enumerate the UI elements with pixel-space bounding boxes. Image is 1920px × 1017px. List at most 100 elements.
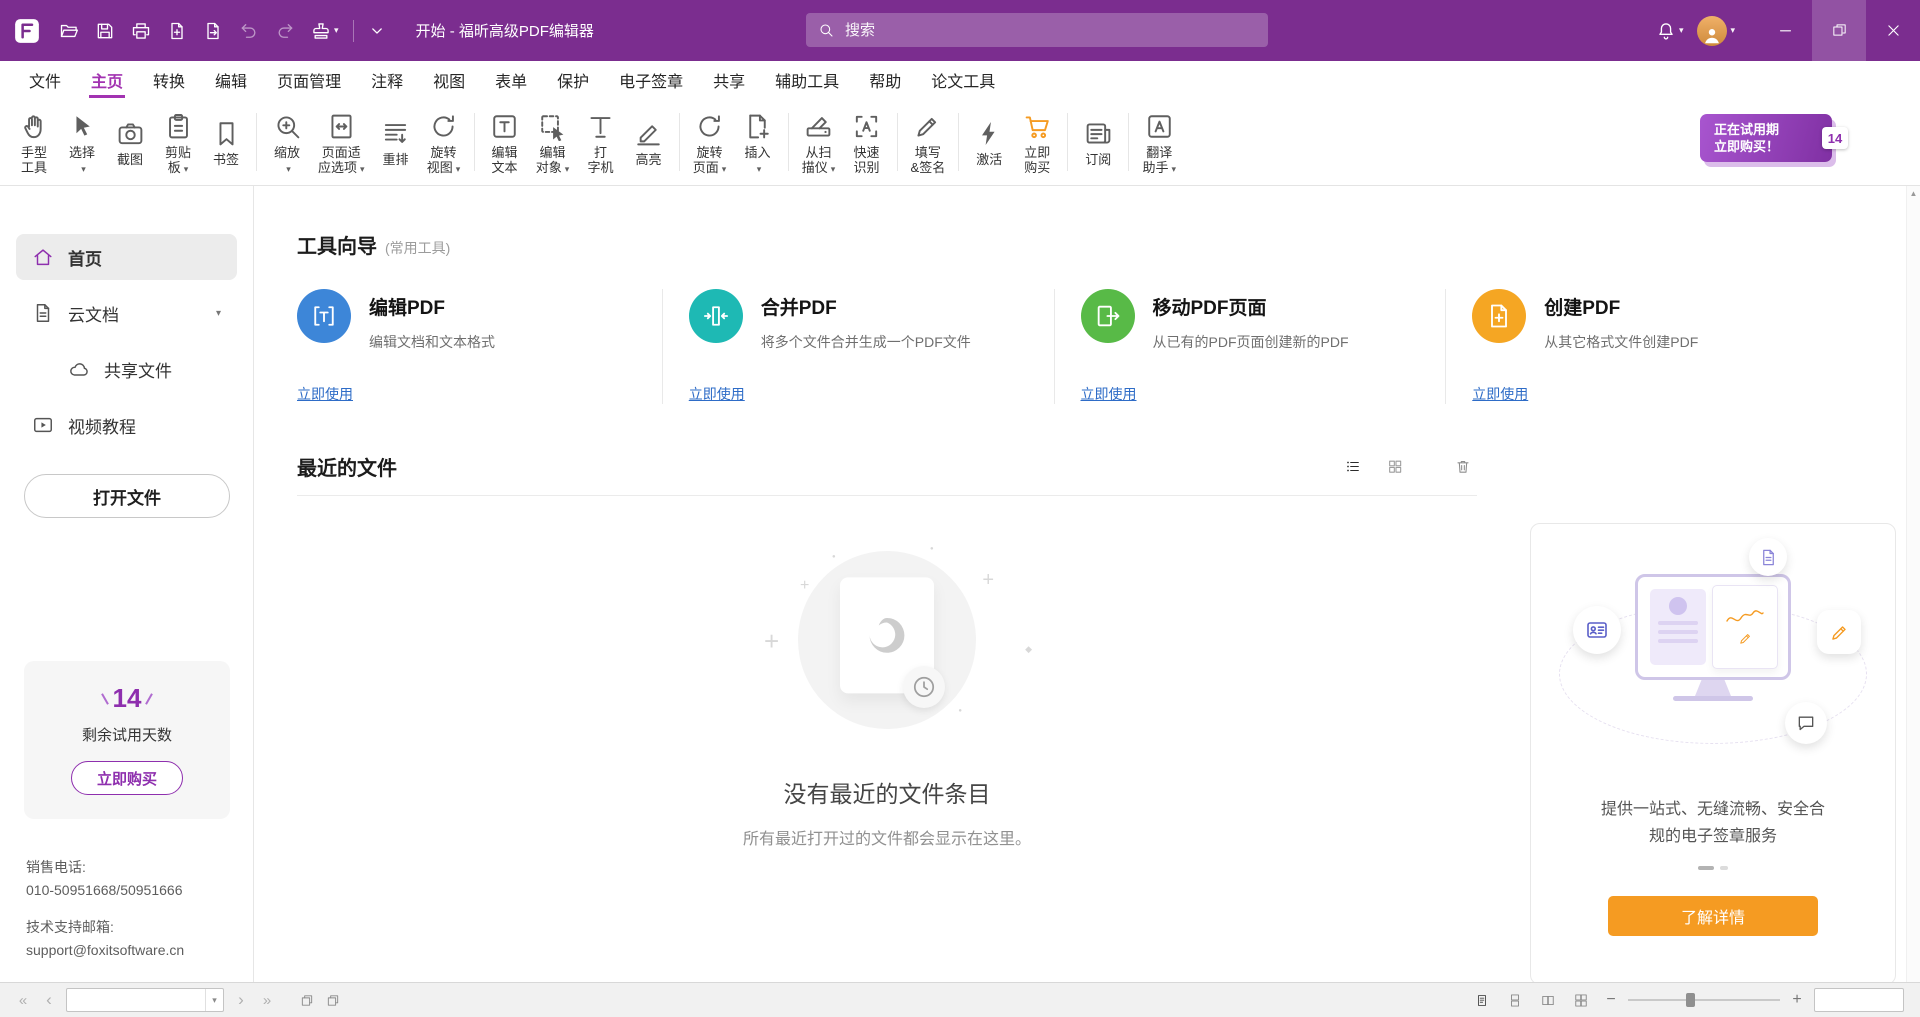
- tool-guide-section: 工具向导(常用工具) 编辑PDF 编辑文档和文本格式: [254, 186, 1920, 404]
- customize-quick-toolbar-icon[interactable]: [360, 15, 394, 47]
- carousel-dot[interactable]: [1720, 866, 1728, 870]
- tool-insert[interactable]: 插入: [734, 104, 782, 180]
- zoom-slider[interactable]: [1628, 992, 1780, 1008]
- account-button[interactable]: [1690, 10, 1742, 52]
- menu-tab-accessibility[interactable]: 辅助工具: [760, 61, 854, 98]
- last-page-button[interactable]: [254, 988, 280, 1012]
- first-page-button[interactable]: [10, 988, 36, 1012]
- chevron-down-icon[interactable]: [216, 308, 221, 319]
- carousel-dot-active[interactable]: [1698, 866, 1714, 870]
- previous-page-button[interactable]: [36, 988, 62, 1012]
- sidebar-item-video-tutorials[interactable]: 视频教程: [16, 402, 237, 448]
- tool-rotate-page[interactable]: 旋转 页面: [686, 104, 734, 180]
- list-view-button[interactable]: [1339, 453, 1367, 481]
- tool-select[interactable]: 选择: [58, 104, 106, 180]
- print-icon[interactable]: [124, 15, 158, 47]
- facing-continuous-view-button[interactable]: [1568, 988, 1594, 1012]
- create-pdf-icon[interactable]: [160, 15, 194, 47]
- duplicate-pages-icon[interactable]: [320, 988, 346, 1012]
- use-now-link[interactable]: 立即使用: [297, 384, 353, 404]
- close-button[interactable]: [1866, 0, 1920, 61]
- menu-tab-paper-tools[interactable]: 论文工具: [916, 61, 1010, 98]
- zoom-out-button[interactable]: [1601, 990, 1621, 1010]
- menu-tab-edit[interactable]: 编辑: [200, 61, 262, 98]
- tool-page-fit[interactable]: 页面适 应选项: [311, 104, 372, 180]
- open-file-button[interactable]: 打开文件: [24, 474, 230, 518]
- use-now-link[interactable]: 立即使用: [1472, 384, 1528, 404]
- use-now-link[interactable]: 立即使用: [689, 384, 745, 404]
- menu-tab-file[interactable]: 文件: [14, 61, 76, 98]
- tool-bookmark[interactable]: 书签: [202, 111, 250, 172]
- zoom-level-box[interactable]: [1814, 988, 1904, 1012]
- tool-guide-subtitle: (常用工具): [385, 240, 450, 256]
- support-email-link[interactable]: support@foxitsoftware.cn: [26, 939, 184, 962]
- menu-tab-comment[interactable]: 注释: [356, 61, 418, 98]
- page-number-input[interactable]: [67, 993, 205, 1008]
- learn-more-button[interactable]: 了解详情: [1608, 896, 1818, 936]
- menu-tab-esign[interactable]: 电子签章: [604, 61, 698, 98]
- tool-from-scanner[interactable]: 从扫 描仪: [795, 104, 843, 180]
- sidebar-item-cloud-docs[interactable]: 云文档: [16, 290, 237, 336]
- tool-highlight[interactable]: 高亮: [625, 111, 673, 172]
- menu-tab-view[interactable]: 视图: [418, 61, 480, 98]
- scroll-up-arrow-icon[interactable]: [1907, 189, 1920, 198]
- tool-typewriter[interactable]: 打 字机: [577, 104, 625, 180]
- open-file-icon[interactable]: [52, 15, 86, 47]
- export-pdf-icon[interactable]: [196, 15, 230, 47]
- tool-hand[interactable]: 手型 工具: [10, 104, 58, 180]
- menu-tab-form[interactable]: 表单: [480, 61, 542, 98]
- tool-rotate-view[interactable]: 旋转 视图: [420, 104, 468, 180]
- sidebar-item-home[interactable]: 首页: [16, 234, 237, 280]
- single-page-view-button[interactable]: [1469, 988, 1495, 1012]
- tool-fill-sign[interactable]: 填写 &签名: [904, 104, 953, 180]
- notifications-button[interactable]: [1649, 15, 1691, 47]
- clear-recent-button[interactable]: [1449, 453, 1477, 481]
- save-icon[interactable]: [88, 15, 122, 47]
- dropdown-arrow-icon: [360, 165, 365, 174]
- continuous-view-button[interactable]: [1502, 988, 1528, 1012]
- menu-tab-share[interactable]: 共享: [698, 61, 760, 98]
- next-page-button[interactable]: [228, 988, 254, 1012]
- use-now-link[interactable]: 立即使用: [1081, 384, 1137, 404]
- trial-period-banner[interactable]: 正在试用期 立即购买！ 14: [1700, 114, 1832, 162]
- menu-tab-protect[interactable]: 保护: [542, 61, 604, 98]
- foxit-logo-icon[interactable]: [12, 16, 42, 46]
- buy-now-button[interactable]: 立即购买: [71, 761, 183, 795]
- zoom-slider-track[interactable]: [1628, 999, 1780, 1001]
- tool-label: 截图: [117, 152, 143, 167]
- tool-subscribe[interactable]: 订阅: [1074, 111, 1122, 172]
- carousel-dots[interactable]: [1559, 866, 1867, 870]
- sign-stamp-icon[interactable]: [304, 15, 346, 47]
- tool-buy-now[interactable]: 立即 购买: [1013, 104, 1061, 180]
- redo-icon[interactable]: [268, 15, 302, 47]
- tool-zoom[interactable]: 缩放: [263, 104, 311, 180]
- zoom-in-button[interactable]: [1787, 990, 1807, 1010]
- tool-edit-object[interactable]: 编辑 对象: [529, 104, 577, 180]
- dropdown-arrow-icon: [334, 26, 339, 35]
- grid-view-button[interactable]: [1381, 453, 1409, 481]
- search-bar[interactable]: [806, 13, 1268, 47]
- tool-edit-text[interactable]: 编辑 文本: [481, 104, 529, 180]
- zoom-level-input[interactable]: [1815, 993, 1903, 1008]
- undo-icon[interactable]: [232, 15, 266, 47]
- tool-snapshot[interactable]: 截图: [106, 111, 154, 172]
- tool-quick-ocr[interactable]: 快速 识别: [843, 104, 891, 180]
- menu-tab-home[interactable]: 主页: [76, 61, 138, 98]
- tool-activate[interactable]: 激活: [965, 111, 1013, 172]
- menu-tab-convert[interactable]: 转换: [138, 61, 200, 98]
- menu-tab-page-manage[interactable]: 页面管理: [262, 61, 356, 98]
- sidebar-item-shared-files[interactable]: 共享文件: [52, 346, 237, 392]
- facing-view-button[interactable]: [1535, 988, 1561, 1012]
- tool-clipboard[interactable]: 剪贴 板: [154, 104, 202, 180]
- search-input[interactable]: [843, 21, 1256, 40]
- page-number-combo[interactable]: [66, 988, 224, 1012]
- zoom-slider-thumb[interactable]: [1686, 993, 1695, 1007]
- vertical-scrollbar[interactable]: [1906, 186, 1920, 982]
- snapshot-pages-icon[interactable]: [294, 988, 320, 1012]
- restore-button[interactable]: [1812, 0, 1866, 61]
- minimize-button[interactable]: [1758, 0, 1812, 61]
- tool-reflow[interactable]: 重排: [372, 111, 420, 172]
- tool-translate-assistant[interactable]: 翻译 助手: [1135, 104, 1183, 180]
- chevron-down-icon[interactable]: [205, 989, 223, 1011]
- menu-tab-help[interactable]: 帮助: [854, 61, 916, 98]
